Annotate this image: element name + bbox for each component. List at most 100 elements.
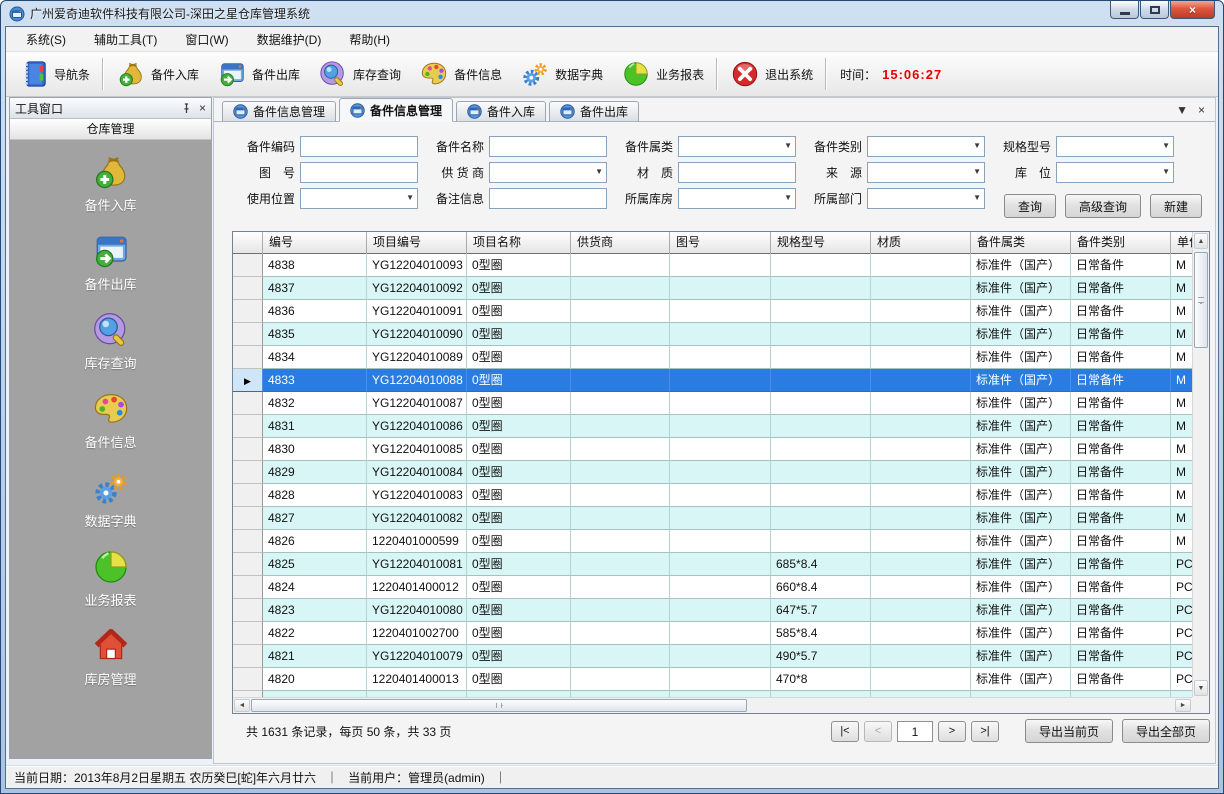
minimize-button[interactable] [1110, 1, 1139, 19]
table-row[interactable]: 4834YG122040100890型圈标准件（国产）日常备件M [233, 346, 1210, 369]
filter-select-spec-model[interactable]: ▼ [1056, 136, 1174, 157]
filter-input-drawing-no[interactable] [300, 162, 418, 183]
horizontal-scroll-thumb[interactable] [251, 699, 747, 712]
column-header-project-name[interactable]: 项目名称 [467, 232, 571, 254]
close-button[interactable]: × [1170, 1, 1215, 19]
menu-system[interactable]: 系统(S) [12, 28, 80, 51]
window-title: 广州爱奇迪软件科技有限公司-深田之星仓库管理系统 [30, 5, 310, 22]
stock-query-icon [91, 310, 131, 350]
panel-close-icon[interactable]: × [199, 102, 206, 114]
next-page-button[interactable]: > [938, 721, 966, 742]
horizontal-scrollbar[interactable]: ◄ ► [233, 697, 1192, 713]
table-cell: 标准件（国产） [971, 553, 1071, 576]
toolbar-exit-system[interactable]: 退出系统 [721, 55, 822, 93]
column-header-spec[interactable]: 规格型号 [771, 232, 871, 254]
sidebar-warehouse-mgmt[interactable]: 库房管理 [10, 626, 211, 688]
sidebar-parts-inbound[interactable]: 备件入库 [10, 152, 211, 214]
column-header-project-no[interactable]: 项目编号 [367, 232, 467, 254]
menu-window[interactable]: 窗口(W) [171, 28, 242, 51]
menu-data-maintenance[interactable]: 数据维护(D) [243, 28, 336, 51]
toolbar-parts-outbound[interactable]: 备件出库 [208, 55, 309, 93]
first-page-button[interactable]: |< [831, 721, 859, 742]
export-all-pages-button[interactable]: 导出全部页 [1122, 719, 1210, 743]
tab-parts-inbound[interactable]: 备件入库 [456, 101, 546, 122]
filter-select-source[interactable]: ▼ [867, 162, 985, 183]
scroll-down-icon[interactable]: ▼ [1194, 680, 1208, 696]
filter-input-part-code[interactable] [300, 136, 418, 157]
table-row[interactable]: 4828YG122040100830型圈标准件（国产）日常备件M [233, 484, 1210, 507]
last-page-button[interactable]: >| [971, 721, 999, 742]
table-row[interactable]: 4830YG122040100850型圈标准件（国产）日常备件M [233, 438, 1210, 461]
toolbar-parts-info[interactable]: 备件信息 [410, 55, 511, 93]
search-button[interactable]: 查询 [1004, 194, 1056, 218]
filter-select-location[interactable]: ▼ [1056, 162, 1174, 183]
toolbar-parts-inbound[interactable]: 备件入库 [107, 55, 208, 93]
toolbar-data-dictionary[interactable]: 数据字典 [511, 55, 612, 93]
tab-list-chevron-down-icon[interactable]: ▼ [1176, 103, 1188, 117]
table-row[interactable]: 4827YG122040100820型圈标准件（国产）日常备件M [233, 507, 1210, 530]
column-header-part-category[interactable]: 备件属类 [971, 232, 1071, 254]
column-header-id[interactable]: 编号 [263, 232, 367, 254]
column-header-part-type[interactable]: 备件类别 [1071, 232, 1171, 254]
filter-select-part-type[interactable]: ▼ [867, 136, 985, 157]
table-cell: 标准件（国产） [971, 507, 1071, 530]
filter-input-part-name[interactable] [489, 136, 607, 157]
table-row[interactable]: 4825YG122040100810型圈685*8.4标准件（国产）日常备件PC [233, 553, 1210, 576]
filter-select-department[interactable]: ▼ [867, 188, 985, 209]
prev-page-button[interactable]: < [864, 721, 892, 742]
page-number-input[interactable]: 1 [897, 721, 933, 742]
filter-input-material[interactable] [678, 162, 796, 183]
scroll-right-icon[interactable]: ► [1175, 699, 1191, 712]
parts-info-icon [91, 389, 131, 429]
column-header-supplier[interactable]: 供货商 [571, 232, 670, 254]
column-header-material[interactable]: 材质 [871, 232, 971, 254]
table-row[interactable]: 4835YG122040100900型圈标准件（国产）日常备件M [233, 323, 1210, 346]
menu-aux-tools[interactable]: 辅助工具(T) [80, 28, 171, 51]
menu-help[interactable]: 帮助(H) [335, 28, 404, 51]
scroll-left-icon[interactable]: ◄ [234, 699, 250, 712]
advanced-search-button[interactable]: 高级查询 [1065, 194, 1141, 218]
filter-select-part-category[interactable]: ▼ [678, 136, 796, 157]
export-current-page-button[interactable]: 导出当前页 [1025, 719, 1113, 743]
sidebar-parts-info[interactable]: 备件信息 [10, 389, 211, 451]
table-row[interactable]: 482212204010027000型圈585*8.4标准件（国产）日常备件PC [233, 622, 1210, 645]
tab-close-icon[interactable]: × [1198, 103, 1205, 117]
column-header-drawing-no[interactable]: 图号 [670, 232, 771, 254]
filter-input-remark[interactable] [489, 188, 607, 209]
vertical-scroll-thumb[interactable] [1194, 252, 1208, 348]
table-row[interactable]: 4838YG122040100930型圈标准件（国产）日常备件M [233, 254, 1210, 277]
table-row[interactable]: 4829YG122040100840型圈标准件（国产）日常备件M [233, 461, 1210, 484]
tab-page-icon [560, 104, 575, 119]
table-row[interactable]: 482412204014000120型圈660*8.4标准件（国产）日常备件PC [233, 576, 1210, 599]
sidebar-parts-outbound[interactable]: 备件出库 [10, 231, 211, 293]
vertical-scrollbar[interactable]: ▲ ▼ [1192, 232, 1209, 697]
toolbar-stock-query[interactable]: 库存查询 [309, 55, 410, 93]
table-row[interactable]: 4831YG122040100860型圈标准件（国产）日常备件M [233, 415, 1210, 438]
filter-select-use-position[interactable]: ▼ [300, 188, 418, 209]
table-row[interactable]: 4821YG122040100790型圈490*5.7标准件（国产）日常备件PC [233, 645, 1210, 668]
maximize-button[interactable] [1140, 1, 1169, 19]
tab-parts-info-mgmt-2[interactable]: 备件信息管理 [339, 98, 453, 122]
sidebar-business-report[interactable]: 业务报表 [10, 547, 211, 609]
filter-select-supplier[interactable]: ▼ [489, 162, 607, 183]
table-row[interactable]: 4837YG122040100920型圈标准件（国产）日常备件M [233, 277, 1210, 300]
table-row[interactable]: 482612204010005990型圈标准件（国产）日常备件M [233, 530, 1210, 553]
table-row[interactable]: 4823YG122040100800型圈647*5.7标准件（国产）日常备件PC [233, 599, 1210, 622]
new-button[interactable]: 新建 [1150, 194, 1202, 218]
table-row[interactable]: 4832YG122040100870型圈标准件（国产）日常备件M [233, 392, 1210, 415]
scroll-up-icon[interactable]: ▲ [1194, 233, 1208, 249]
table-row[interactable]: 482012204014000130型圈470*8标准件（国产）日常备件PC [233, 668, 1210, 691]
sidebar-stock-query[interactable]: 库存查询 [10, 310, 211, 372]
sidebar-data-dictionary[interactable]: 数据字典 [10, 468, 211, 530]
toolbar-business-report[interactable]: 业务报表 [612, 55, 713, 93]
filter-select-warehouse[interactable]: ▼ [678, 188, 796, 209]
row-selector-cell [233, 346, 263, 369]
toolbar-nav-bar[interactable]: 导航条 [10, 55, 99, 93]
table-cell: 标准件（国产） [971, 277, 1071, 300]
tab-parts-outbound[interactable]: 备件出库 [549, 101, 639, 122]
tab-parts-info-mgmt-1[interactable]: 备件信息管理 [222, 101, 336, 122]
pin-icon[interactable] [180, 102, 193, 115]
table-cell [571, 300, 670, 323]
table-row[interactable]: ▶4833YG122040100880型圈标准件（国产）日常备件M [233, 369, 1210, 392]
table-row[interactable]: 4836YG122040100910型圈标准件（国产）日常备件M [233, 300, 1210, 323]
